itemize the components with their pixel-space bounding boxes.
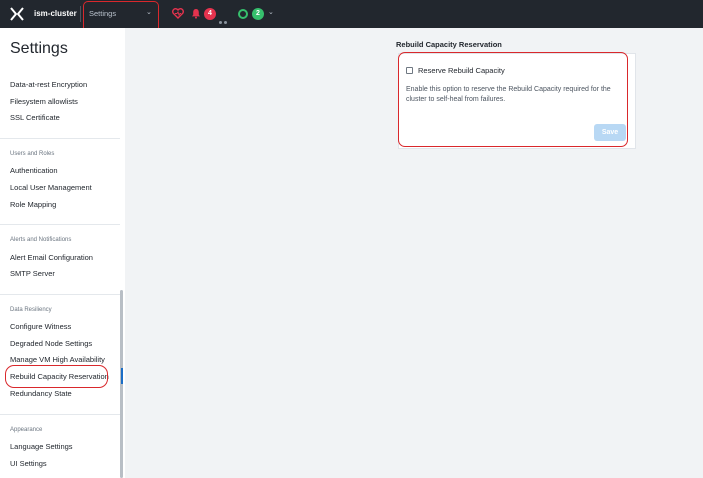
- active-item-indicator: [121, 368, 123, 384]
- topbar-divider: [80, 6, 81, 22]
- sidebar-item-alert-email-configuration[interactable]: Alert Email Configuration: [10, 253, 93, 262]
- sidebar-item-authentication[interactable]: Authentication: [10, 166, 58, 175]
- chevron-down-icon[interactable]: ⌄: [268, 8, 274, 16]
- sidebar-item-manage-vm-high-availability[interactable]: Manage VM High Availability: [10, 355, 105, 364]
- highlight-nav-annotation: [5, 365, 108, 388]
- alerts-bell-icon[interactable]: [191, 8, 201, 19]
- sidebar-section-alerts-and-notifications: Alerts and Notifications: [10, 237, 72, 243]
- cluster-name[interactable]: ism-cluster: [34, 9, 77, 18]
- sidebar-section-appearance: Appearance: [10, 427, 43, 433]
- alert-count-badge[interactable]: 4: [204, 8, 216, 20]
- sidebar-item-ssl-certificate[interactable]: SSL Certificate: [10, 113, 60, 122]
- sidebar-divider: [0, 414, 120, 415]
- settings-sidebar: Settings Data-at-rest Encryption Filesys…: [0, 28, 125, 478]
- task-count-badge[interactable]: 2: [252, 8, 264, 20]
- sidebar-divider: [0, 224, 120, 225]
- sidebar-section-users-and-roles: Users and Roles: [10, 151, 55, 157]
- nutanix-logo-icon[interactable]: [10, 7, 24, 21]
- health-heart-icon[interactable]: [172, 8, 184, 19]
- sidebar-item-data-at-rest-encryption[interactable]: Data-at-rest Encryption: [10, 80, 87, 89]
- sidebar-item-degraded-node-settings[interactable]: Degraded Node Settings: [10, 339, 92, 348]
- sidebar-item-ui-settings[interactable]: UI Settings: [10, 459, 47, 468]
- page-title: Settings: [10, 40, 68, 57]
- tasks-ring-icon[interactable]: [238, 9, 248, 19]
- sidebar-item-redundancy-state[interactable]: Redundancy State: [10, 389, 72, 398]
- more-dots-icon[interactable]: [219, 11, 229, 24]
- sidebar-divider: [0, 294, 120, 295]
- sidebar-item-configure-witness[interactable]: Configure Witness: [10, 322, 71, 331]
- sidebar-item-role-mapping[interactable]: Role Mapping: [10, 200, 56, 209]
- sidebar-scrollbar[interactable]: [120, 290, 123, 478]
- section-title: Rebuild Capacity Reservation: [396, 40, 502, 49]
- sidebar-item-smtp-server[interactable]: SMTP Server: [10, 269, 55, 278]
- sidebar-section-data-resiliency: Data Resiliency: [10, 307, 52, 313]
- highlight-card-annotation: [398, 52, 628, 147]
- sidebar-item-local-user-management[interactable]: Local User Management: [10, 183, 92, 192]
- sidebar-item-filesystem-allowlists[interactable]: Filesystem allowlists: [10, 97, 78, 106]
- sidebar-item-language-settings[interactable]: Language Settings: [10, 442, 73, 451]
- sidebar-divider: [0, 138, 120, 139]
